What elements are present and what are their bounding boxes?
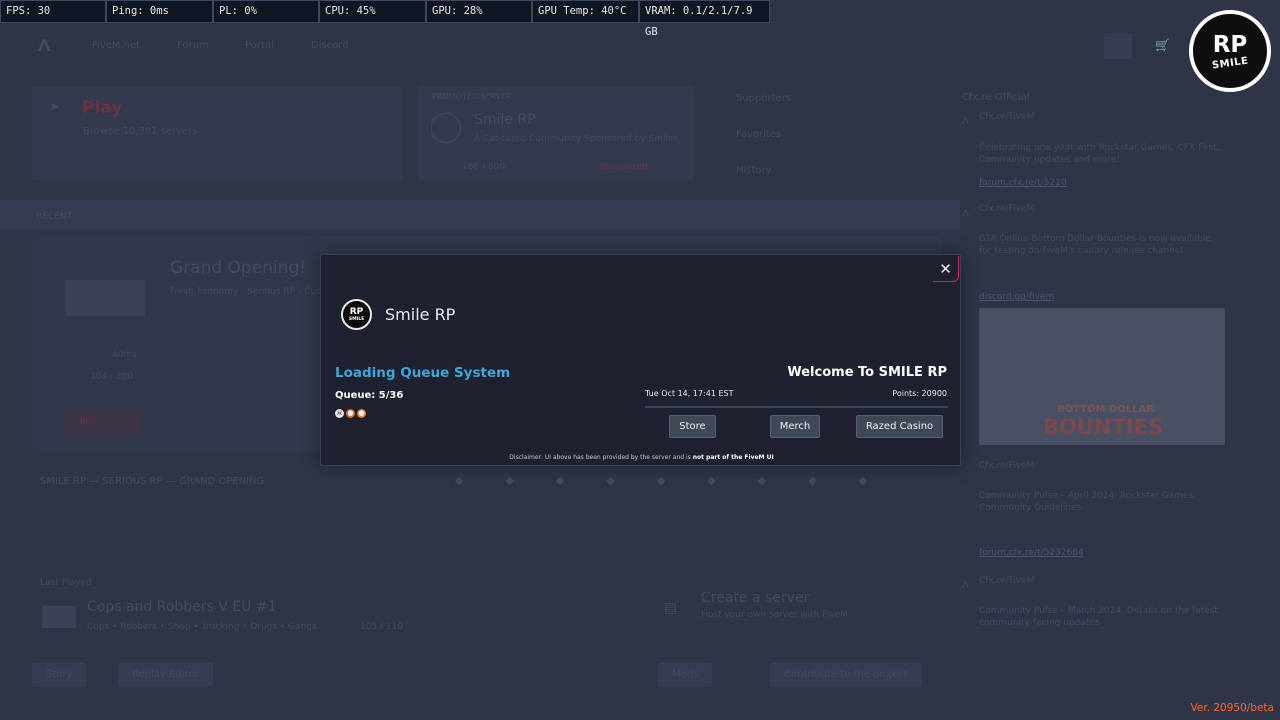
nav-link-discord[interactable]: Discord xyxy=(311,40,349,51)
feed-author: Cfx.re/FiveM xyxy=(979,461,1035,471)
nav-link-portal[interactable]: Portal xyxy=(245,40,274,51)
featured-server-title: Grand Opening! xyxy=(170,258,307,278)
story-button[interactable]: Story xyxy=(32,663,87,687)
feed-post-text: Celebrating one year with Rockstar Games… xyxy=(979,143,1220,165)
server-icon: ▤ xyxy=(664,600,678,616)
server-logo-rp-text: RP xyxy=(349,306,364,317)
news-card-title: BOUNTIES xyxy=(1043,415,1164,439)
disclaimer-bold: not part of the FiveM UI xyxy=(692,454,774,461)
news-card-subtitle: BOTTOM DOLLAR xyxy=(1057,404,1154,415)
datetime-label: Tue Oct 14, 17:41 EST xyxy=(645,389,734,398)
last-played-name: Cops and Robbers V EU #1 xyxy=(87,599,277,615)
ping-readout: Ping: 0ms xyxy=(106,0,213,23)
user-avatar[interactable] xyxy=(1104,33,1132,59)
play-label: Play xyxy=(82,98,123,118)
cpu-readout: CPU: 45% xyxy=(319,0,426,23)
promoted-server-name: Smile RP xyxy=(474,112,536,128)
nav-link-fivem[interactable]: FiveM.net xyxy=(92,40,140,51)
top-navigation: Λ FiveM.net Forum Portal Discord 🛒 xyxy=(0,30,1280,60)
feed-post-text: Community Pulse – March 2024. Details on… xyxy=(979,606,1218,628)
welcome-title: Welcome To SMILE RP xyxy=(787,365,947,380)
last-played-description: Cops • Robbers • Shop • Trucking • Drugs… xyxy=(87,622,317,632)
promoted-label: PROMOTED SERVER xyxy=(432,92,512,101)
feed-post-link[interactable]: forum.cfx.re/t/5232664 xyxy=(979,548,1084,558)
feed-author-icon: Λ xyxy=(962,580,969,591)
nav-link-forum[interactable]: Forum xyxy=(177,40,209,51)
last-played-logo xyxy=(42,606,76,628)
feed-author: Cfx.re/FiveM xyxy=(979,576,1035,586)
smile-rp-badge-logo: RP SMILE xyxy=(1189,10,1271,92)
fivem-logo-icon[interactable]: Λ xyxy=(38,36,50,55)
promoted-server-description: A Cat-tastic Community Sponsored by Smil… xyxy=(474,134,679,144)
server-logo-smile-text: SMILE xyxy=(348,316,365,322)
badge-logo-rp-text: RP xyxy=(1212,31,1248,58)
divider xyxy=(645,406,948,408)
side-link-supporters[interactable]: Supporters xyxy=(736,93,791,104)
queue-position: Queue: 5/36 xyxy=(335,390,404,401)
feed-post-link[interactable]: forum.cfx.re/t/5210 xyxy=(979,178,1067,188)
queue-icons: ☠ ● ● xyxy=(335,409,366,418)
featured-server-join-button[interactable]: Join xyxy=(64,410,140,434)
tiger-icon: ● xyxy=(346,409,355,418)
last-played-players: 105 / 110 xyxy=(360,622,404,632)
server-tags-line: SMILE RP — SERIOUS RP — GRAND OPENING xyxy=(40,476,265,487)
create-server-title[interactable]: Create a server xyxy=(701,590,809,606)
promoted-server-logo xyxy=(431,113,461,143)
featured-server-banner xyxy=(65,280,145,316)
server-logo: RP SMILE xyxy=(341,299,372,330)
featured-server-description: Fresh Economy - Serious RP - Custom xyxy=(170,287,339,297)
server-name: Smile RP xyxy=(385,305,456,324)
feed-post-link[interactable]: discord.gg/fivem xyxy=(979,292,1054,302)
merch-button[interactable]: Merch xyxy=(770,415,820,438)
vram-readout: VRAM: 0.1/2.1/7.9 GB xyxy=(639,0,770,38)
feed-title: Cfx.re Official xyxy=(962,92,1030,103)
packet-loss-readout: PL: 0% xyxy=(213,0,319,23)
disclaimer-prefix: Disclaimer: UI above has been provided b… xyxy=(509,454,693,461)
feed-author: Cfx.re/FiveM xyxy=(979,112,1035,122)
featured-server-players: 104 / 200 xyxy=(90,372,134,382)
recent-strip xyxy=(0,200,960,230)
version-label: Ver. 20950/beta xyxy=(1190,702,1274,714)
last-played-label: Last Played xyxy=(40,578,92,588)
fps-readout: FPS: 30 xyxy=(0,0,106,23)
news-image-card[interactable]: BOTTOM DOLLAR BOUNTIES xyxy=(979,308,1225,445)
side-link-history[interactable]: History xyxy=(736,165,772,176)
gpu-temp-readout: GPU Temp: 40°C xyxy=(532,0,639,23)
store-button[interactable]: Store xyxy=(669,415,716,438)
recent-label: RECENT xyxy=(36,212,73,222)
disclaimer-text: Disclaimer: UI above has been provided b… xyxy=(321,454,962,461)
razed-casino-button[interactable]: Razed Casino xyxy=(856,415,943,438)
feed-author: Cfx.re/FiveM xyxy=(979,204,1035,214)
side-link-favorites[interactable]: Favorites xyxy=(736,129,781,140)
play-subtitle: Browse 10,381 servers xyxy=(83,126,198,137)
performance-overlay: FPS: 30 Ping: 0ms PL: 0% CPU: 45% GPU: 2… xyxy=(0,0,770,38)
play-icon: ▶ xyxy=(52,102,59,112)
tiger-icon: ● xyxy=(357,409,366,418)
feed-post-text: GTA Online Bottom Dollar Bounties is now… xyxy=(979,234,1212,256)
mods-button[interactable]: Mods xyxy=(658,663,713,687)
points-label: Points: 20900 xyxy=(892,389,947,398)
create-server-description: Host your own server with FiveM xyxy=(701,610,848,620)
loading-title: Loading Queue System xyxy=(335,365,511,381)
server-queue-modal: ✕ RP SMILE Smile RP Loading Queue System… xyxy=(320,254,961,466)
close-icon[interactable]: ✕ xyxy=(933,256,959,282)
promoted-server-status: Sponsored xyxy=(600,162,648,172)
gpu-readout: GPU: 28% xyxy=(426,0,532,23)
skull-icon: ☠ xyxy=(335,409,344,418)
tag-icons-row: ◆◆◆◆◆◆◆◆◆ xyxy=(455,474,910,487)
featured-server-ping: 40ms xyxy=(112,350,137,360)
feed-post-text: Community Pulse – April 2024. Rockstar G… xyxy=(979,491,1194,513)
modal-header: RP SMILE Smile RP xyxy=(341,299,455,330)
feed-author-icon: Λ xyxy=(962,116,969,127)
feed-author-icon: Λ xyxy=(962,208,969,219)
contribute-button[interactable]: Contribute to the project xyxy=(770,663,922,687)
replay-editor-button[interactable]: Replay Editor xyxy=(118,663,213,687)
promoted-server-players: 788 / 800 xyxy=(462,162,506,172)
cart-icon[interactable]: 🛒 xyxy=(1155,38,1170,52)
